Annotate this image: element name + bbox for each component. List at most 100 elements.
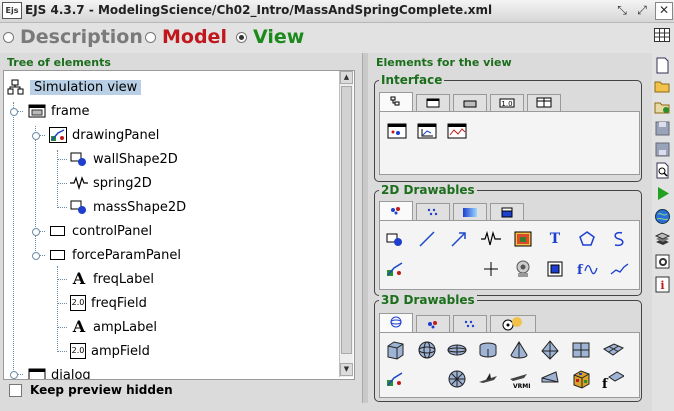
save-icon[interactable] xyxy=(654,120,671,137)
tree-connector xyxy=(57,279,67,280)
close-button[interactable]: ✕ xyxy=(655,2,673,20)
keep-preview-checkbox[interactable] xyxy=(9,383,22,397)
ellipsoid-tool-icon[interactable] xyxy=(446,339,468,361)
spring-tool-icon[interactable] xyxy=(480,228,502,250)
run-icon[interactable] xyxy=(654,185,671,202)
arrow-tool-icon[interactable] xyxy=(448,228,470,250)
tree-node-label: spring2D xyxy=(93,175,152,191)
segment-tool-icon[interactable] xyxy=(416,228,438,250)
scroll-up-arrow[interactable]: ▲ xyxy=(340,71,353,84)
image-tool-icon[interactable] xyxy=(512,228,534,250)
tree-connector xyxy=(57,303,67,304)
camera-tool-icon[interactable] xyxy=(512,258,534,280)
expand-handle[interactable] xyxy=(32,252,40,260)
drawing-3d-frame-tool-icon[interactable] xyxy=(446,120,468,142)
tree-node-amplabel[interactable]: A ampLabel xyxy=(70,316,157,338)
tab-3d-sets[interactable] xyxy=(453,315,487,332)
scroll-down-arrow[interactable]: ▼ xyxy=(340,363,353,376)
library-icon[interactable] xyxy=(654,230,671,247)
open-remote-icon[interactable] xyxy=(654,99,671,116)
tab-tables[interactable] xyxy=(527,94,561,111)
text-tool-icon[interactable]: T xyxy=(544,228,566,250)
polygon-tool-icon[interactable] xyxy=(576,228,598,250)
tab-2d-basic[interactable] xyxy=(379,201,413,220)
maximize-icon[interactable]: ⤢ xyxy=(634,2,650,18)
plane-tool-icon[interactable] xyxy=(570,339,592,361)
function-tool-icon[interactable]: f xyxy=(576,258,598,280)
trail-tool-icon[interactable] xyxy=(608,258,630,280)
tab-2d-other[interactable] xyxy=(490,203,524,220)
rubik-cube-tool-icon[interactable] xyxy=(570,368,592,390)
plot-panel-tool-icon[interactable] xyxy=(384,258,406,280)
tree-node-freqfield[interactable]: 2.0 freqField xyxy=(70,292,147,314)
plotting-frame-tool-icon[interactable] xyxy=(416,120,438,142)
expand-handle[interactable] xyxy=(32,132,40,140)
open-folder-icon[interactable] xyxy=(654,78,671,95)
radio-description[interactable] xyxy=(3,31,14,43)
plot-3d-tool-icon[interactable] xyxy=(384,368,406,390)
mode-view[interactable]: View xyxy=(236,25,304,49)
trace-tool-icon[interactable] xyxy=(608,228,630,250)
expand-handle[interactable] xyxy=(32,228,40,236)
scroll-thumb[interactable] xyxy=(341,86,352,354)
tree-node-label: dialog xyxy=(51,367,91,380)
mode-model[interactable]: Model xyxy=(145,25,227,49)
tree-node-freqlabel[interactable]: A freqLabel xyxy=(70,268,154,290)
expand-handle[interactable] xyxy=(10,108,18,116)
radio-view[interactable] xyxy=(236,31,247,43)
tree-node-frame[interactable]: frame xyxy=(28,100,90,122)
tetrahedron-tool-icon[interactable] xyxy=(539,339,561,361)
cylinder-tool-icon[interactable] xyxy=(477,339,499,361)
tree-node-drawingpanel[interactable]: drawingPanel xyxy=(49,124,159,146)
sphere-tool-icon[interactable] xyxy=(416,339,438,361)
tab-3d-extra[interactable] xyxy=(490,315,536,332)
tree-node-wallshape2d[interactable]: wallShape2D xyxy=(70,148,178,170)
grid-view-icon[interactable] xyxy=(654,28,670,42)
splitter[interactable] xyxy=(362,53,368,403)
video-tool-icon[interactable] xyxy=(544,258,566,280)
arrow-3d-tool-icon[interactable] xyxy=(539,368,561,390)
analytic-surface-tool-icon[interactable]: f xyxy=(602,368,626,392)
tree-node-massshape2d[interactable]: massShape2D xyxy=(70,196,186,218)
expand-handle[interactable] xyxy=(10,371,18,379)
tree-node-ampfield[interactable]: 2.0 ampField xyxy=(70,340,150,362)
drawing-frame-tool-icon[interactable] xyxy=(386,120,408,142)
tab-buttons[interactable] xyxy=(453,94,487,111)
tab-containers[interactable] xyxy=(379,92,413,111)
info-icon[interactable]: i xyxy=(654,276,671,293)
mode-description[interactable]: Description xyxy=(3,25,143,49)
cross-hair-tool-icon[interactable] xyxy=(480,258,502,280)
new-file-icon[interactable] xyxy=(654,57,671,74)
tab-3d-other[interactable] xyxy=(416,315,450,332)
tab-3d-basic[interactable] xyxy=(379,313,413,332)
tree-node-simulation-view[interactable]: Simulation view xyxy=(7,76,142,98)
svg-text:i: i xyxy=(660,279,664,292)
save-as-icon[interactable] xyxy=(654,141,671,158)
tree-node-forceparampanel[interactable]: forceParamPanel xyxy=(49,244,181,266)
restore-icon[interactable]: ⤡ xyxy=(614,2,630,18)
vrml-tool-icon[interactable]: VRML xyxy=(508,368,532,390)
plane-model-tool-icon[interactable] xyxy=(477,368,499,390)
tab-2d-sets[interactable] xyxy=(416,203,450,220)
tree-node-spring2d[interactable]: spring2D xyxy=(70,172,152,194)
cube-tool-icon[interactable] xyxy=(384,339,406,361)
tree-node-label: drawingPanel xyxy=(72,127,160,143)
radio-model[interactable] xyxy=(145,31,156,43)
drawing-panel-icon xyxy=(49,127,67,143)
tree-scrollbar[interactable]: ▲ ▼ xyxy=(339,71,353,377)
mode-description-label: Description xyxy=(20,26,143,48)
element-tree[interactable]: Simulation view frame drawingPanel wallS… xyxy=(3,70,355,380)
keep-preview-hidden[interactable]: Keep preview hidden xyxy=(9,383,173,397)
web-icon[interactable] xyxy=(654,208,671,225)
shape-tool-icon[interactable] xyxy=(384,228,406,250)
cone-tool-icon[interactable] xyxy=(508,339,530,361)
tab-inputs[interactable]: 1.0 xyxy=(490,94,524,111)
options-icon[interactable] xyxy=(654,253,671,270)
surface-tool-icon[interactable] xyxy=(602,339,625,361)
tab-windows[interactable] xyxy=(416,94,450,111)
tree-node-controlpanel[interactable]: controlPanel xyxy=(49,220,152,242)
tree-node-dialog[interactable]: dialog xyxy=(28,364,91,380)
disk-tool-icon[interactable] xyxy=(446,368,468,390)
tab-2d-fields[interactable] xyxy=(453,203,487,220)
search-icon[interactable] xyxy=(654,162,671,179)
